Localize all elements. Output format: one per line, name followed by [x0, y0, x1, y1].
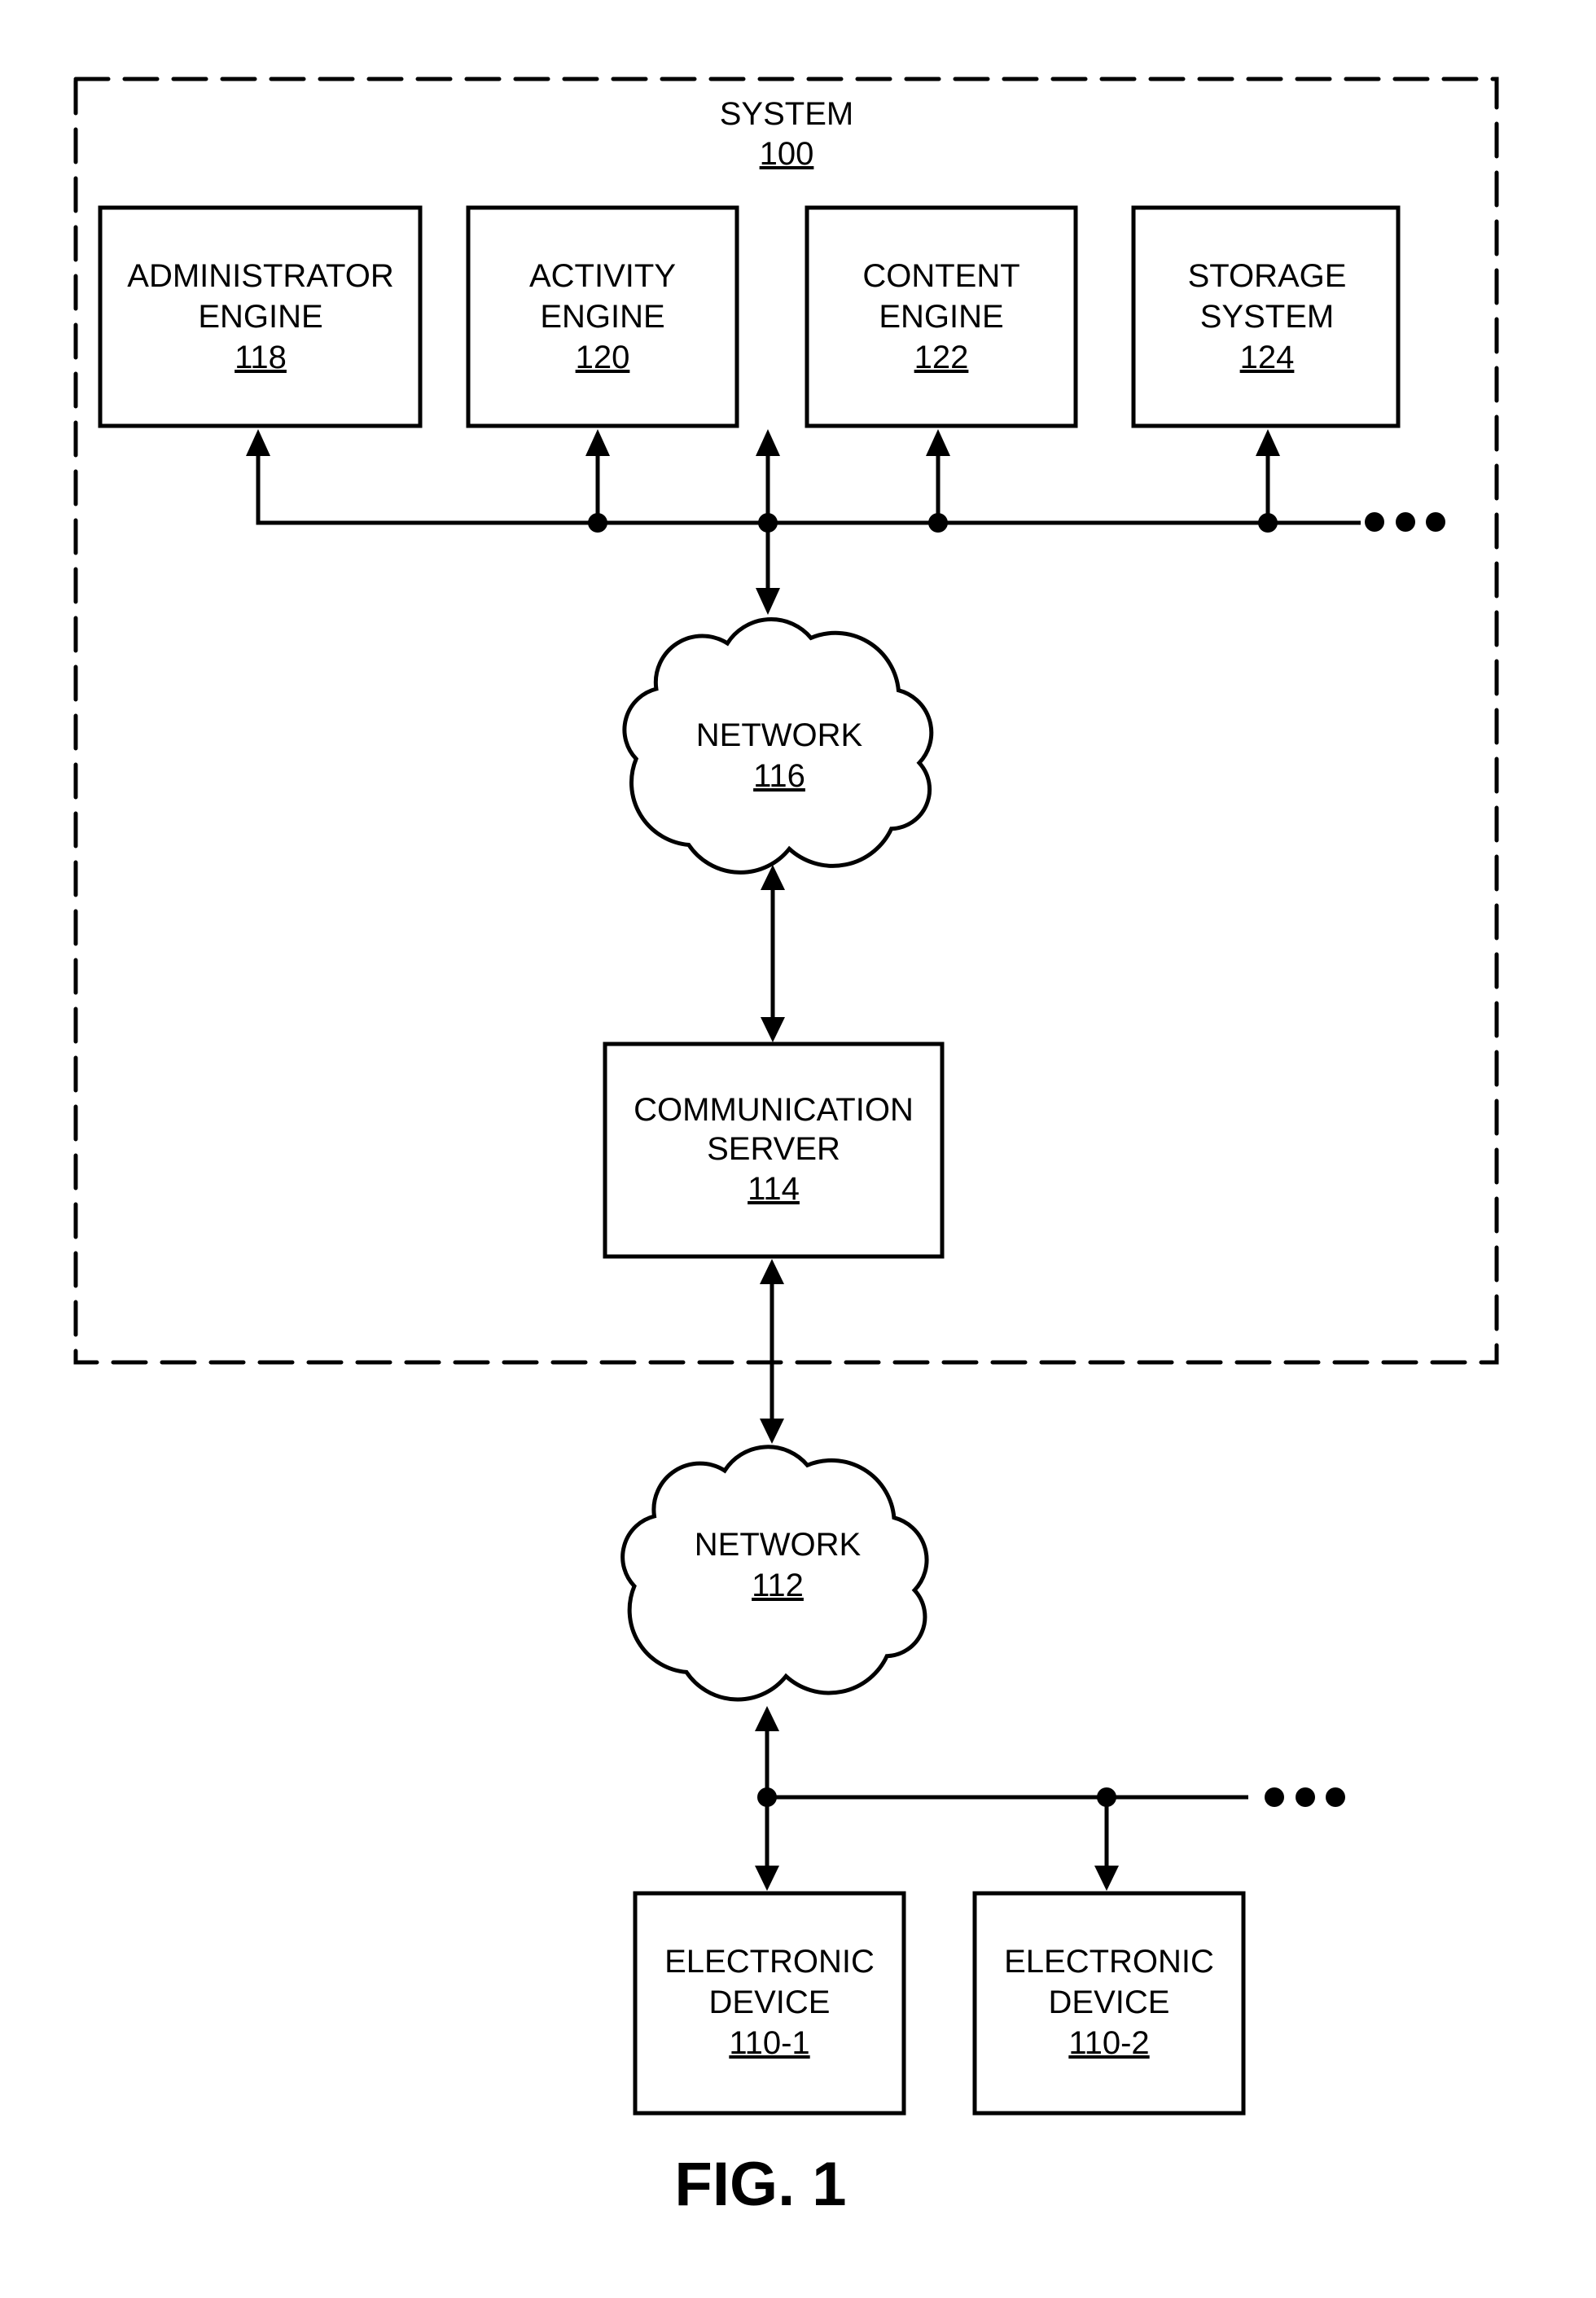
- administrator-engine-ref: 118: [235, 340, 287, 375]
- ellipsis-dot: [1426, 512, 1445, 532]
- activity-engine-box[interactable]: ACTIVITY ENGINE 120: [466, 205, 739, 428]
- system-label: SYSTEM: [720, 96, 853, 132]
- ellipsis-dot: [1265, 1787, 1284, 1807]
- network-112-cloud[interactable]: NETWORK 112: [620, 1445, 929, 1702]
- ellipsis-dot: [1296, 1787, 1315, 1807]
- network-116-label: NETWORK: [696, 717, 863, 753]
- communication-server-line2: SERVER: [707, 1131, 840, 1167]
- communication-server-line1: COMMUNICATION: [634, 1092, 914, 1128]
- junction-dot: [1097, 1787, 1116, 1807]
- ellipsis-icon: [1265, 1787, 1345, 1807]
- ellipsis-dot: [1396, 512, 1415, 532]
- activity-engine-ref: 120: [576, 340, 630, 375]
- ellipsis-icon: [1365, 512, 1445, 532]
- junction-dot: [757, 1787, 777, 1807]
- network-112-label: NETWORK: [695, 1527, 862, 1563]
- electronic-device-2-line1: ELECTRONIC: [1004, 1944, 1214, 1980]
- junction-dot: [928, 513, 948, 533]
- junction-dot: [1258, 513, 1278, 533]
- activity-engine-line2: ENGINE: [540, 299, 664, 335]
- junction-dot: [758, 513, 778, 533]
- figure-label: FIG. 1: [674, 2150, 846, 2219]
- administrator-engine-box[interactable]: ADMINISTRATOR ENGINE 118: [98, 205, 423, 428]
- activity-engine-line1: ACTIVITY: [529, 258, 676, 294]
- storage-system-line2: SYSTEM: [1200, 299, 1334, 335]
- storage-system-ref: 124: [1240, 340, 1295, 375]
- content-engine-box[interactable]: CONTENT ENGINE 122: [805, 205, 1078, 428]
- electronic-device-1-line2: DEVICE: [709, 1984, 831, 2020]
- electronic-device-2-line2: DEVICE: [1049, 1984, 1170, 2020]
- storage-system-box[interactable]: STORAGE SYSTEM 124: [1131, 205, 1401, 428]
- network-112-ref: 112: [752, 1568, 804, 1603]
- system-diagram: SYSTEM 100 ADMINISTRATOR ENGINE 118 ACTI…: [0, 0, 1596, 2298]
- electronic-device-1-ref: 110-1: [729, 2025, 809, 2061]
- storage-system-line1: STORAGE: [1188, 258, 1347, 294]
- administrator-engine-line2: ENGINE: [198, 299, 322, 335]
- ellipsis-dot: [1365, 512, 1384, 532]
- network-116-ref: 116: [753, 758, 805, 794]
- junction-dot: [588, 513, 607, 533]
- electronic-device-1-line1: ELECTRONIC: [664, 1944, 875, 1980]
- electronic-device-2-ref: 110-2: [1068, 2025, 1149, 2061]
- system-ref: 100: [760, 136, 814, 172]
- network-116-cloud[interactable]: NETWORK 116: [622, 617, 934, 875]
- electronic-device-2-box[interactable]: ELECTRONIC DEVICE 110-2: [972, 1891, 1246, 2116]
- communication-server-box[interactable]: COMMUNICATION SERVER 114: [603, 1042, 945, 1259]
- ellipsis-dot: [1326, 1787, 1345, 1807]
- administrator-engine-line1: ADMINISTRATOR: [127, 258, 393, 294]
- content-engine-ref: 122: [914, 340, 969, 375]
- communication-server-ref: 114: [748, 1171, 800, 1207]
- content-engine-line1: CONTENT: [862, 258, 1019, 294]
- electronic-device-1-box[interactable]: ELECTRONIC DEVICE 110-1: [633, 1891, 906, 2116]
- content-engine-line2: ENGINE: [879, 299, 1003, 335]
